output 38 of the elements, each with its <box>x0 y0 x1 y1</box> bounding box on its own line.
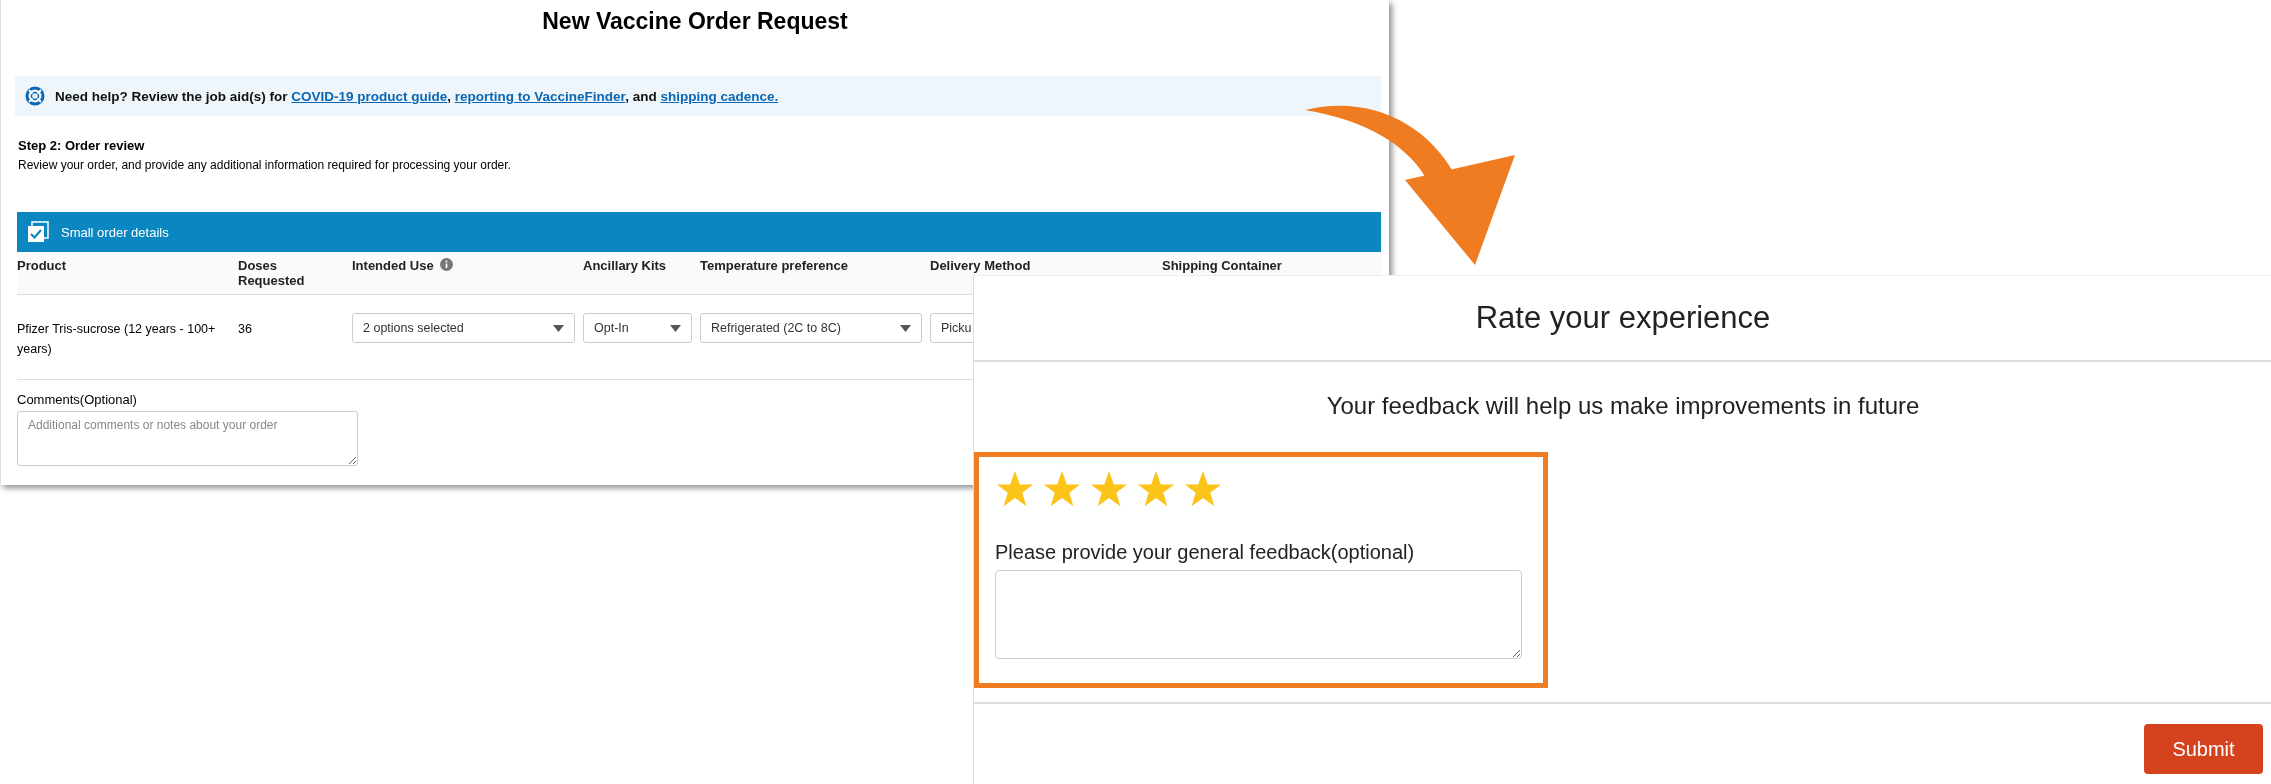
column-header: Temperature preference <box>700 258 848 273</box>
column-header: Doses Requested <box>238 258 306 288</box>
comments-field[interactable]: Additional comments or notes about your order <box>17 411 358 466</box>
column-header: Shipping Container <box>1162 258 1282 273</box>
section-title: Small order details <box>61 224 169 240</box>
info-icon <box>439 258 453 271</box>
caret-icon <box>670 324 681 332</box>
caret-icon <box>553 324 564 332</box>
star-icon[interactable] <box>1089 471 1129 509</box>
star-icon[interactable] <box>1136 471 1176 509</box>
comments-label: Comments(Optional) <box>17 392 137 407</box>
star-icon[interactable] <box>1183 471 1223 509</box>
help-link[interactable]: shipping cadence. <box>660 88 779 104</box>
help-text: Need help? Review the job aid(s) for COVID-19 product guide, reporting to VaccineFinder, and shipping cadence. <box>55 88 779 104</box>
dropdown[interactable]: Refrigerated (2C to 8C) <box>700 313 922 343</box>
star-icon[interactable] <box>1042 471 1082 509</box>
table-cell-text: Pfizer Tris-sucrose (12 years - 100+ years) <box>17 321 217 358</box>
feedback-field[interactable] <box>995 570 1522 659</box>
dropdown[interactable]: Opt-In <box>583 313 692 343</box>
table-cell-text: 36 <box>238 321 252 338</box>
lifebuoy-icon <box>25 86 45 106</box>
column-header: Delivery Method <box>930 258 1031 273</box>
dialog-title: Rate your experience <box>1475 300 1771 336</box>
step-title: Step 2: Order review <box>18 138 145 153</box>
feedback-label: Please provide your general feedback(optional) <box>995 541 1415 564</box>
column-header: Intended Use <box>352 258 434 273</box>
star-icon[interactable] <box>995 471 1035 509</box>
column-header: Ancillary Kits <box>583 258 667 273</box>
step-description: Review your order, and provide any additional information required for processing your order. <box>18 158 511 172</box>
caret-icon <box>900 324 911 332</box>
checkbox-icon[interactable] <box>27 221 49 243</box>
dropdown[interactable]: 2 options selected <box>352 313 575 343</box>
submit-button[interactable]: Submit <box>2144 724 2263 774</box>
star-rating[interactable] <box>995 471 1223 509</box>
help-link[interactable]: reporting to VaccineFinder <box>454 88 626 104</box>
page-title: New Vaccine Order Request <box>542 8 848 34</box>
dialog-subtitle: Your feedback will help us make improvements in future <box>1326 392 1920 419</box>
column-header: Product <box>17 258 67 273</box>
